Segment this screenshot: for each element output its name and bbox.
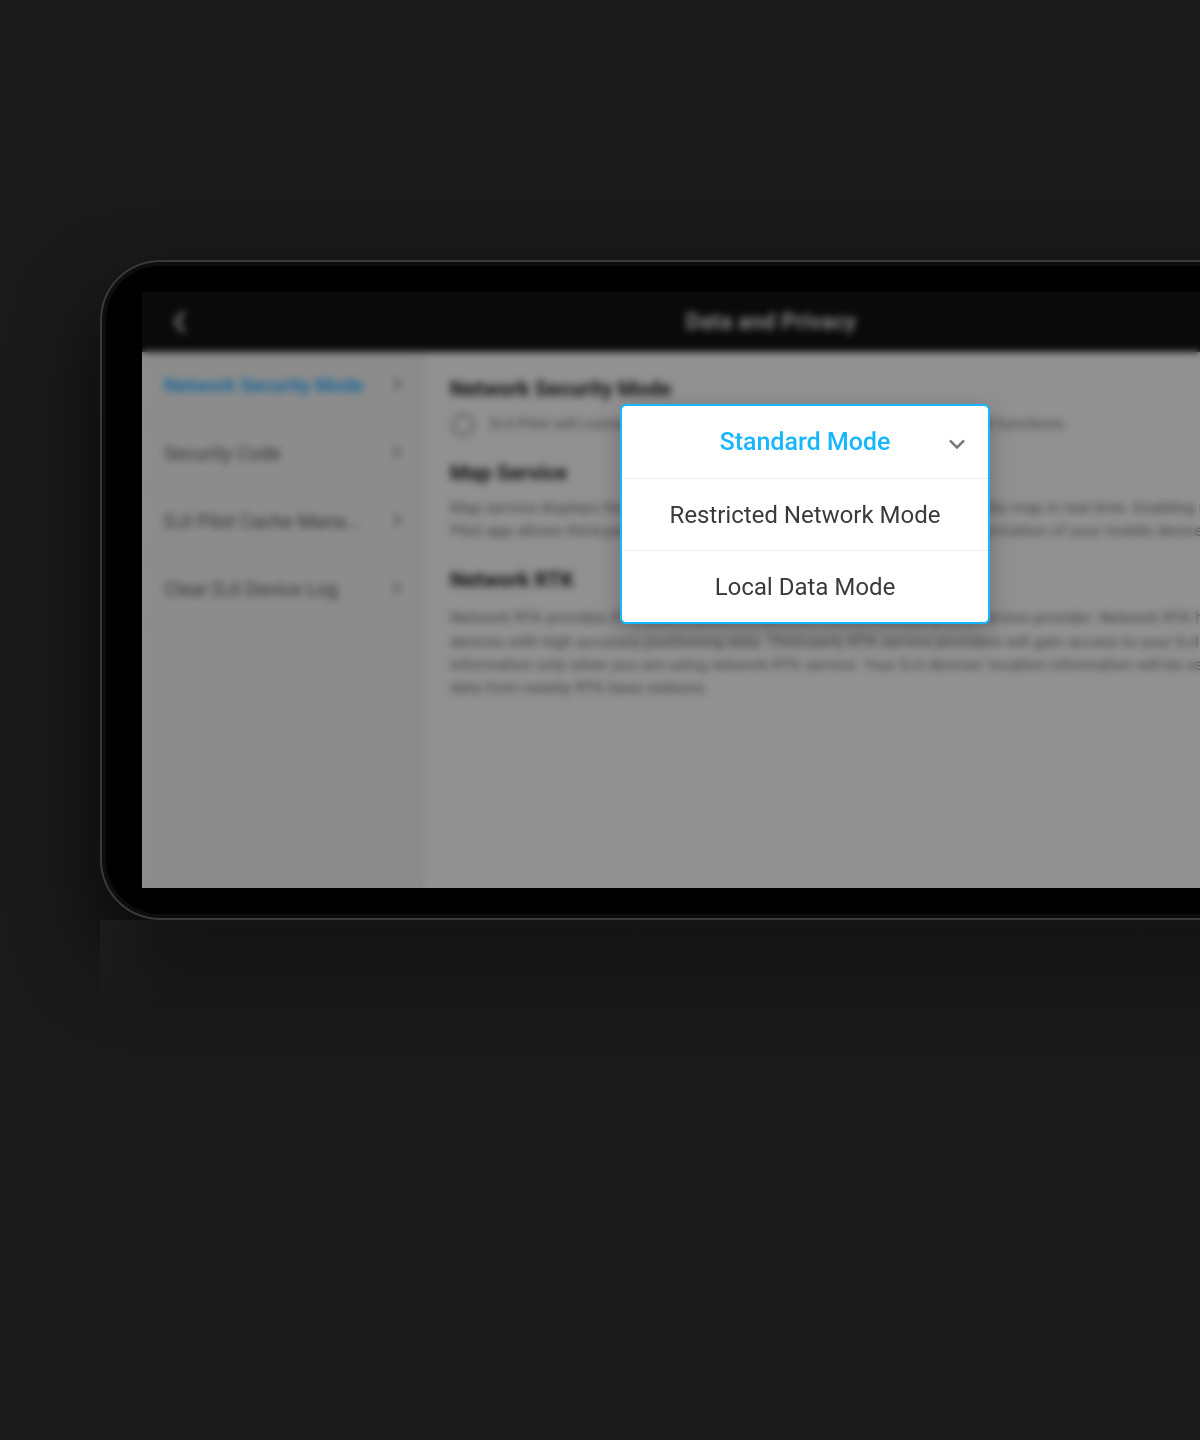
dropdown-option-label: Restricted Network Mode <box>670 501 941 529</box>
dropdown-option-local-data[interactable]: Local Data Mode <box>622 550 988 622</box>
dropdown-selected[interactable]: Standard Mode <box>622 406 988 478</box>
dropdown-selected-label: Standard Mode <box>720 428 891 457</box>
dropdown-option-label: Local Data Mode <box>715 573 896 601</box>
network-security-mode-dropdown: Standard Mode Restricted Network Mode Lo… <box>620 404 990 624</box>
chevron-down-icon <box>948 428 966 457</box>
tablet-frame: Data and Privacy Network Security Mode S… <box>100 260 1200 920</box>
screen: Data and Privacy Network Security Mode S… <box>142 292 1200 888</box>
dropdown-option-restricted[interactable]: Restricted Network Mode <box>622 478 988 550</box>
